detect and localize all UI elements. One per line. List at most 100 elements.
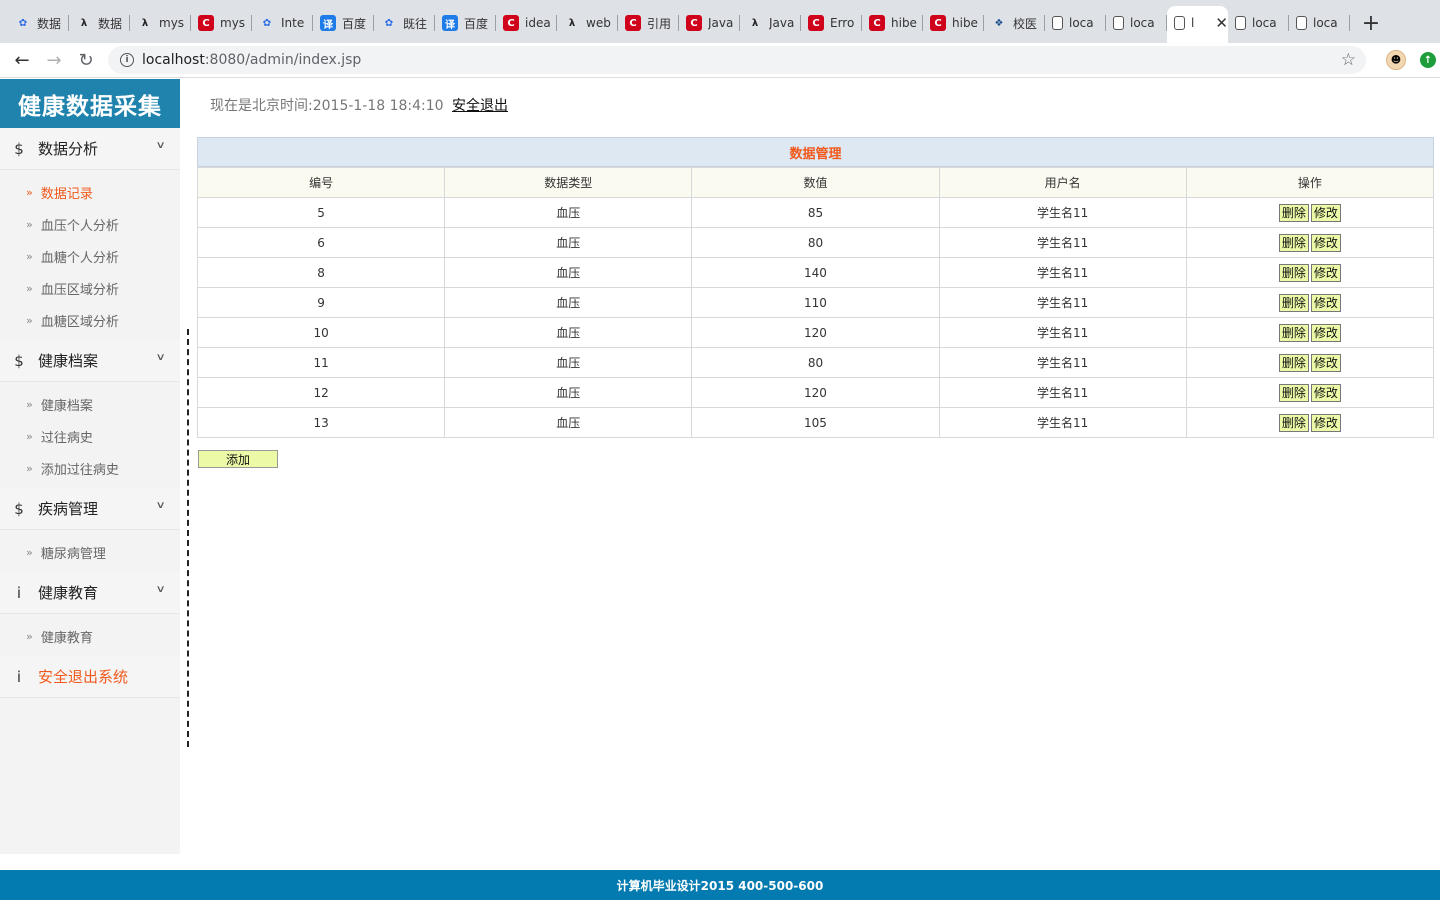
sidebar-submenu: ›› 糖尿病管理 [0,530,180,572]
sidebar-item[interactable]: ›› 糖尿病管理 [0,536,180,568]
tab-title: 既往 [403,16,428,31]
chevron-down-icon[interactable]: ∨ [155,584,165,595]
browser-tab[interactable]: λ 数据 [69,6,130,40]
delete-button[interactable]: 删除 [1278,203,1309,222]
chevron-down-icon[interactable]: ∨ [155,352,165,363]
browser-tab[interactable]: C Java [679,6,740,40]
edit-button[interactable]: 修改 [1310,413,1341,432]
doc-icon [1296,16,1307,30]
info-icon: i [16,583,22,602]
forward-arrow-icon[interactable]: → [38,44,70,76]
table-cell: 血压 [444,377,693,408]
update-extension-icon[interactable]: ↑ [1420,52,1436,68]
edit-button[interactable]: 修改 [1310,263,1341,282]
browser-tab[interactable]: ✿ 既往 [374,6,435,40]
table-cell: 80 [691,227,940,258]
sidebar-item[interactable]: ›› 血压区域分析 [0,272,180,304]
browser-tab[interactable]: Chibe [923,6,984,40]
lambda-icon: λ [568,17,576,29]
delete-button[interactable]: 删除 [1278,263,1309,282]
browser-tab[interactable]: ✿ 数据 [8,6,69,40]
delete-button[interactable]: 删除 [1278,383,1309,402]
browser-tab[interactable]: Chibe [862,6,923,40]
add-button[interactable]: 添加 [198,450,278,468]
tab-title: mys [159,16,185,30]
edit-button[interactable]: 修改 [1310,293,1341,312]
sidebar-item-label: 血压区域分析 [40,282,119,298]
sidebar-item-label: 血压个人分析 [40,218,119,234]
tab-title: loca [1069,16,1094,30]
delete-button[interactable]: 删除 [1278,293,1309,312]
edit-button[interactable]: 修改 [1310,233,1341,252]
delete-button[interactable]: 删除 [1278,323,1309,342]
tab-title: 数据 [98,16,123,31]
dollar-icon: $ [14,351,24,370]
column-header: 数值 [691,167,940,198]
chevron-down-icon[interactable]: ∨ [155,500,165,511]
browser-tab[interactable]: λ Java [740,6,801,40]
sidebar-item[interactable]: ›› 血压个人分析 [0,208,180,240]
browser-tab[interactable]: loca [1106,6,1167,40]
sidebar-group-header[interactable]: $ 数据分析 ∨ [0,128,180,170]
new-tab-button[interactable]: + [1356,6,1386,40]
sidebar-group-header[interactable]: $ 疾病管理 ∨ [0,488,180,530]
sidebar-group-header[interactable]: $ 健康档案 ∨ [0,340,180,382]
table-cell: 85 [691,197,940,228]
sidebar-group-header[interactable]: i 健康教育 ∨ [0,572,180,614]
sidebar-item[interactable]: ›› 血糖区域分析 [0,304,180,336]
browser-tab[interactable]: 译百度 [435,6,496,40]
table-cell: 120 [691,377,940,408]
table-cell: 学生名11 [938,347,1187,378]
doc-icon [1052,16,1063,30]
double-chevron-right-icon: ›› [26,397,33,411]
browser-tab[interactable]: loca [1045,6,1106,40]
tab-title: 校医 [1013,16,1038,31]
browser-tab[interactable]: Cmys [191,6,252,40]
browser-tab[interactable]: loca [1289,6,1350,40]
browser-tab[interactable]: 译百度 [313,6,374,40]
logout-system-item[interactable]: i 安全退出系统 [0,656,180,698]
delete-button[interactable]: 删除 [1278,353,1309,372]
double-chevron-right-icon: ›› [26,545,33,559]
table-row: 13 血压 105 学生名11 删除 修改 [196,407,1435,438]
site-logo: 健康数据采集 [0,79,180,128]
sidebar-group-label: 健康教育 [38,584,99,602]
edit-button[interactable]: 修改 [1310,203,1341,222]
edit-button[interactable]: 修改 [1310,383,1341,402]
browser-tab[interactable]: λ web [557,6,618,40]
edit-button[interactable]: 修改 [1310,353,1341,372]
browser-tab[interactable]: C 引用 [618,6,679,40]
table-row: 6 血压 80 学生名11 删除 修改 [196,227,1435,258]
browser-tab[interactable]: C Erro [801,6,862,40]
profile-avatar[interactable]: ☻ [1386,50,1406,70]
browser-tab[interactable]: ✿ Inte [252,6,313,40]
browser-tab[interactable]: ❖ 校医 [984,6,1045,40]
browser-tab[interactable]: l ✕ [1167,6,1228,43]
chevron-down-icon[interactable]: ∨ [155,140,165,151]
dollar-icon: $ [14,499,24,518]
sidebar-item[interactable]: ›› 过往病史 [0,420,180,452]
edit-button[interactable]: 修改 [1310,323,1341,342]
sidebar-item[interactable]: ›› 数据记录 [0,176,180,208]
back-arrow-icon[interactable]: ← [6,44,38,76]
delete-button[interactable]: 删除 [1278,413,1309,432]
close-tab-icon[interactable]: ✕ [1215,14,1228,32]
sidebar-item[interactable]: ›› 健康教育 [0,620,180,652]
browser-tab[interactable]: loca [1228,6,1289,40]
table-cell: 13 [196,407,446,438]
sidebar-item[interactable]: ›› 添加过往病史 [0,452,180,484]
csdn-icon: C [625,15,641,31]
sidebar-item[interactable]: ›› 健康档案 [0,388,180,420]
sidebar-group-label: 健康档案 [38,352,99,370]
actions-cell: 删除 修改 [1185,257,1435,288]
browser-tab[interactable]: λ mys [130,6,191,40]
double-chevron-right-icon: ›› [26,217,33,231]
bookmark-star-icon[interactable]: ☆ [1341,50,1356,70]
logout-link[interactable]: 安全退出 [452,95,508,115]
info-icon[interactable]: i [120,53,134,67]
reload-icon[interactable]: ↻ [70,44,102,76]
browser-tab[interactable]: Cidea [496,6,557,40]
sidebar-item[interactable]: ›› 血糖个人分析 [0,240,180,272]
address-bar[interactable]: i localhost:8080/admin/index.jsp ☆ [108,46,1366,74]
delete-button[interactable]: 删除 [1278,233,1309,252]
